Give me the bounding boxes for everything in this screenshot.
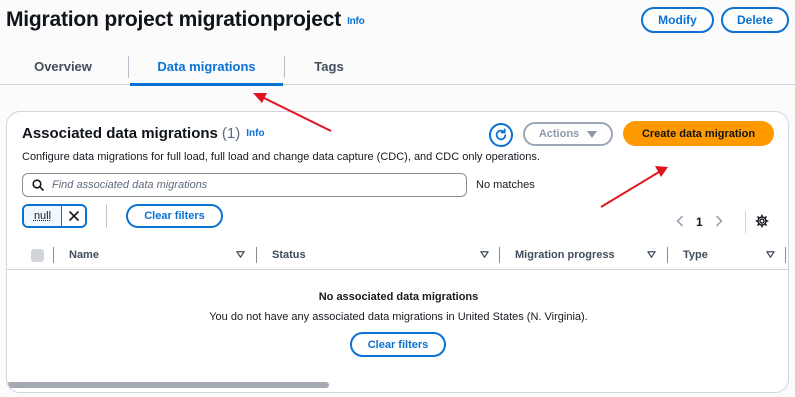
clear-filters-button[interactable]: Clear filters — [126, 204, 223, 228]
actions-label: Actions — [538, 128, 580, 140]
page-title: Migration project migrationproject Info — [6, 8, 365, 32]
filter-token: null — [22, 204, 87, 228]
actions-dropdown[interactable]: Actions — [523, 122, 613, 146]
filter-token-label[interactable]: null — [24, 206, 62, 226]
sort-icon[interactable] — [236, 250, 245, 259]
tab-overview[interactable]: Overview — [6, 48, 120, 85]
associated-data-migrations-panel: Associated data migrations (1) Info Config… — [6, 111, 789, 393]
horizontal-scrollbar[interactable] — [7, 382, 329, 388]
create-data-migration-button[interactable]: Create data migration — [623, 121, 774, 146]
column-divider — [499, 247, 500, 263]
panel-info-link[interactable]: Info — [246, 128, 264, 139]
gear-icon — [755, 214, 769, 228]
caret-down-icon — [587, 130, 598, 138]
pagination: 1 — [676, 214, 723, 230]
panel-description: Configure data migrations for full load,… — [22, 151, 540, 163]
empty-state-description: You do not have any associated data migr… — [209, 311, 588, 323]
pager-divider — [745, 211, 746, 233]
empty-clear-filters-button[interactable]: Clear filters — [350, 332, 446, 357]
match-count: No matches — [476, 179, 535, 191]
search-input[interactable] — [52, 179, 452, 191]
sort-icon[interactable] — [766, 250, 775, 259]
table-header: Name Status Migration progress Type — [7, 242, 788, 270]
chevron-left-icon[interactable] — [676, 214, 684, 230]
column-divider — [667, 247, 668, 263]
column-divider — [53, 247, 54, 263]
modify-button[interactable]: Modify — [641, 7, 714, 33]
chevron-right-icon[interactable] — [715, 214, 723, 230]
close-icon — [68, 211, 79, 221]
page-title-text: Migration project migrationproject — [6, 8, 342, 31]
tab-data-migrations[interactable]: Data migrations — [130, 48, 283, 86]
search-field[interactable] — [22, 173, 467, 197]
page: Migration project migrationproject Info M… — [0, 0, 795, 397]
sort-icon[interactable] — [480, 250, 489, 259]
sort-icon[interactable] — [647, 250, 656, 259]
search-icon — [32, 179, 44, 191]
column-header-status[interactable]: Status — [272, 249, 306, 261]
empty-state-title: No associated data migrations — [318, 291, 479, 303]
tab-bar: Overview Data migrations Tags — [0, 48, 795, 86]
filter-divider — [106, 204, 107, 228]
tab-divider — [128, 56, 129, 78]
column-divider — [256, 247, 257, 263]
column-header-migration-progress[interactable]: Migration progress — [515, 249, 615, 261]
page-number[interactable]: 1 — [696, 215, 703, 229]
delete-button[interactable]: Delete — [721, 7, 789, 33]
tab-divider — [284, 56, 285, 78]
info-link[interactable]: Info — [347, 16, 365, 27]
refresh-icon — [495, 128, 507, 141]
remove-token-button[interactable] — [62, 206, 85, 226]
column-divider — [785, 247, 786, 263]
refresh-button[interactable] — [489, 123, 513, 147]
column-header-type[interactable]: Type — [683, 249, 708, 261]
item-count: (1) — [221, 125, 241, 142]
tab-tags[interactable]: Tags — [286, 48, 372, 85]
panel-title-text: Associated data migrations — [22, 125, 218, 142]
column-header-name[interactable]: Name — [69, 249, 99, 261]
panel-title: Associated data migrations (1) Info — [22, 125, 265, 142]
select-all-checkbox[interactable] — [31, 249, 44, 262]
preferences-button[interactable] — [755, 214, 769, 233]
